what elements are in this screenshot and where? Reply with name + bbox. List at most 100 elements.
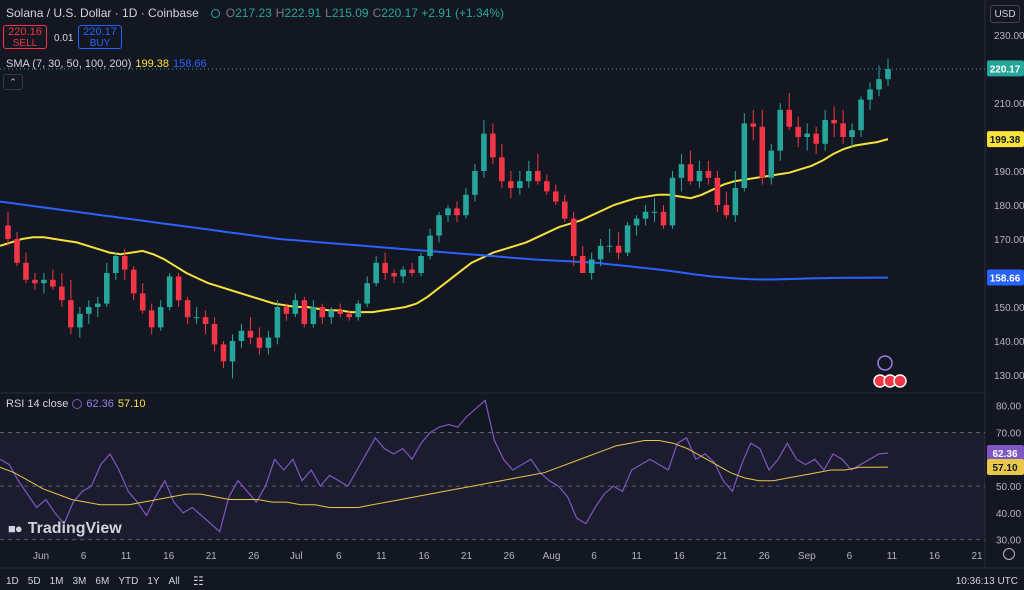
candle-body bbox=[238, 330, 245, 341]
price-tick-label: 180.00 bbox=[994, 201, 1024, 212]
sma-long-price-label: 158.66 bbox=[990, 274, 1021, 285]
price-tick-label: 190.00 bbox=[994, 167, 1024, 178]
candle bbox=[400, 266, 406, 284]
symbol-title[interactable]: Solana / U.S. Dollar · 1D · Coinbase bbox=[6, 6, 199, 20]
candle-body bbox=[481, 133, 487, 171]
candle-body bbox=[445, 208, 451, 216]
timeframe-bar: 1D 5D 1M 3M 6M YTD 1Y All bbox=[6, 576, 189, 587]
candle-body bbox=[822, 120, 828, 144]
candle bbox=[714, 171, 721, 212]
rsi-ma-price-label: 57.10 bbox=[992, 463, 1017, 474]
candle bbox=[813, 126, 819, 154]
candle-body bbox=[813, 133, 819, 144]
timeframe-1m[interactable]: 1M bbox=[50, 576, 64, 587]
candle bbox=[535, 154, 541, 185]
timeframe-all[interactable]: All bbox=[169, 576, 180, 587]
candle-body bbox=[597, 245, 604, 260]
price-tick-label: 150.00 bbox=[994, 303, 1024, 314]
candle-body bbox=[175, 276, 182, 301]
time-tick-label: 11 bbox=[376, 551, 387, 562]
currency-selector[interactable]: USD bbox=[990, 5, 1020, 23]
timeframe-5d[interactable]: 5D bbox=[28, 576, 41, 587]
candle bbox=[319, 303, 326, 324]
candle-body bbox=[705, 171, 712, 178]
candle bbox=[552, 184, 559, 205]
time-tick-label: 21 bbox=[206, 551, 218, 562]
dividend-event-icon bbox=[877, 355, 893, 371]
candle-body bbox=[319, 307, 326, 318]
candle-body bbox=[579, 256, 586, 273]
rsi-legend[interactable]: RSI 14 close 62.36 57.10 bbox=[6, 398, 145, 410]
candle-body bbox=[283, 307, 290, 314]
candle-body bbox=[382, 262, 388, 273]
candle-body bbox=[535, 171, 541, 182]
timeframe-ytd[interactable]: YTD bbox=[118, 576, 138, 587]
candle bbox=[23, 252, 29, 284]
candle-body bbox=[741, 123, 748, 188]
sma-value-2: 158.66 bbox=[173, 58, 207, 70]
candle-body bbox=[301, 300, 308, 324]
time-tick-label: 26 bbox=[759, 551, 771, 562]
candle bbox=[427, 228, 433, 260]
candle-body bbox=[86, 307, 92, 314]
candle-body bbox=[364, 283, 370, 304]
candle-body bbox=[50, 279, 56, 287]
candle bbox=[526, 160, 532, 188]
sma-legend[interactable]: SMA (7, 30, 50, 100, 200) 199.38 158.66 bbox=[6, 58, 207, 70]
candle bbox=[139, 283, 146, 314]
candle-body bbox=[561, 201, 568, 219]
economic-event-icon bbox=[893, 374, 907, 388]
candle-body bbox=[310, 307, 317, 324]
candle-body bbox=[157, 307, 164, 328]
sma-short-price-label: 199.38 bbox=[990, 135, 1021, 146]
tradingview-logo[interactable]: ■● TradingView bbox=[8, 520, 122, 538]
price-chart[interactable]: 130.00140.00150.00160.00170.00180.00190.… bbox=[0, 0, 1024, 590]
date-range-calendar-icon[interactable]: ☷ bbox=[193, 574, 204, 588]
candle-body bbox=[103, 273, 110, 304]
candle-body bbox=[624, 225, 631, 253]
candle bbox=[831, 106, 837, 137]
rsi-settings-icon[interactable] bbox=[72, 399, 83, 409]
candle-body bbox=[633, 218, 640, 226]
candle-body bbox=[139, 293, 146, 311]
candle-body bbox=[68, 300, 74, 328]
candle bbox=[391, 269, 397, 284]
candle-body bbox=[651, 211, 658, 213]
time-tick-label: 6 bbox=[336, 551, 342, 562]
candle-body bbox=[777, 109, 784, 151]
sell-button[interactable]: 220.16 SELL bbox=[3, 25, 47, 49]
timeframe-1y[interactable]: 1Y bbox=[147, 576, 159, 587]
brand-name: TradingView bbox=[27, 520, 122, 537]
candle bbox=[32, 273, 38, 290]
candle bbox=[840, 109, 846, 144]
candle bbox=[723, 191, 730, 219]
candle-body bbox=[642, 211, 649, 219]
buy-button[interactable]: 220.17 BUY bbox=[78, 25, 122, 49]
candle bbox=[463, 188, 469, 219]
chart-settings-icon[interactable] bbox=[1003, 548, 1015, 560]
candle bbox=[418, 252, 424, 277]
time-tick-label: 21 bbox=[461, 551, 473, 562]
candle-body bbox=[328, 310, 335, 318]
candle-body bbox=[256, 337, 263, 348]
candle bbox=[499, 143, 505, 188]
utc-clock[interactable]: 10:36:13 UTC bbox=[956, 576, 1018, 587]
candle-body bbox=[41, 279, 47, 284]
rsi-ma-value: 57.10 bbox=[117, 398, 146, 410]
candle-body bbox=[750, 123, 757, 127]
candle bbox=[588, 252, 595, 280]
open-label: O bbox=[225, 6, 236, 20]
timeframe-6m[interactable]: 6M bbox=[95, 576, 109, 587]
candle bbox=[777, 103, 784, 161]
candle bbox=[517, 171, 523, 195]
collapse-legend-icon[interactable]: ⌃ bbox=[3, 74, 23, 90]
rsi-tick-label: 70.00 bbox=[996, 429, 1021, 440]
candle-body bbox=[292, 300, 299, 314]
timeframe-3m[interactable]: 3M bbox=[73, 576, 87, 587]
timeframe-1d[interactable]: 1D bbox=[6, 576, 19, 587]
candle-body bbox=[678, 164, 685, 178]
candle bbox=[687, 150, 694, 185]
candle bbox=[615, 232, 622, 260]
candle-body bbox=[193, 317, 200, 319]
symbol-header: Solana / U.S. Dollar · 1D · Coinbase O217… bbox=[6, 6, 508, 20]
